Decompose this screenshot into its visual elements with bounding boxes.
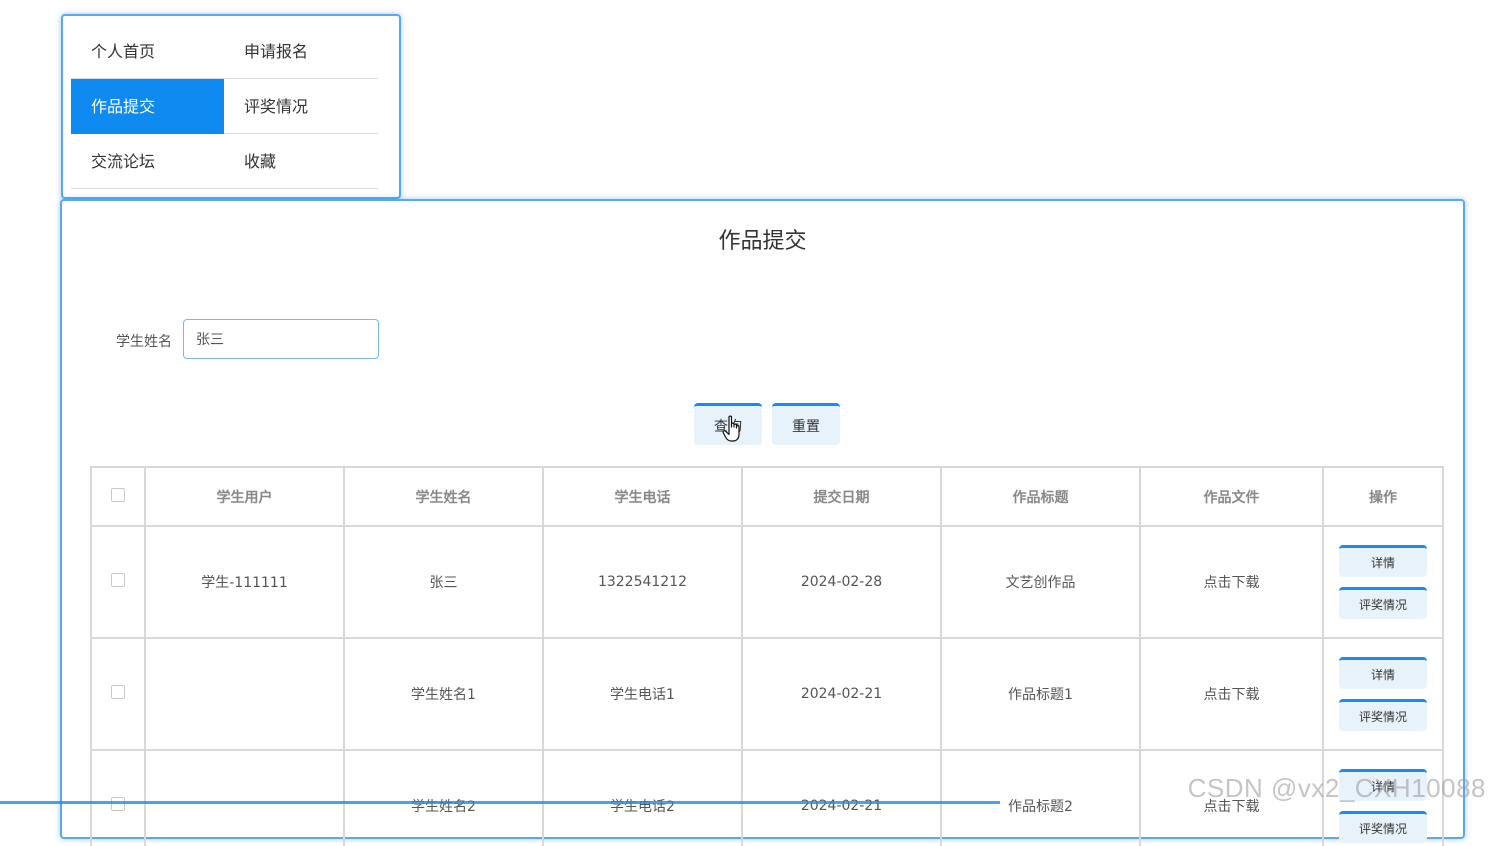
cell-actions: 详情 评奖情况 bbox=[1324, 527, 1444, 639]
cell-submit-date: 2024-02-21 bbox=[743, 639, 942, 751]
detail-button[interactable]: 详情 bbox=[1339, 545, 1427, 577]
column-header: 提交日期 bbox=[743, 466, 942, 527]
search-label: 学生姓名 bbox=[116, 331, 172, 351]
select-all-checkbox[interactable] bbox=[111, 488, 125, 502]
column-header: 作品文件 bbox=[1141, 466, 1324, 527]
select-all-cell bbox=[90, 466, 146, 527]
row-select-cell bbox=[90, 639, 146, 751]
row-checkbox[interactable] bbox=[111, 797, 125, 811]
cell-actions: 详情 评奖情况 bbox=[1324, 751, 1444, 846]
query-button[interactable]: 查询 bbox=[694, 403, 762, 445]
row-select-cell bbox=[90, 527, 146, 639]
cell-submit-date: 2024-02-21 bbox=[743, 751, 942, 846]
award-status-button[interactable]: 评奖情况 bbox=[1339, 699, 1427, 731]
cell-student-phone: 1322541212 bbox=[544, 527, 743, 639]
cell-submit-date: 2024-02-28 bbox=[743, 527, 942, 639]
works-table: 学生用户 学生姓名 学生电话 提交日期 作品标题 作品文件 操作 学生-1111… bbox=[90, 466, 1444, 846]
nav-item-forum[interactable]: 交流论坛 bbox=[71, 134, 224, 189]
table-row: 学生姓名1 学生电话1 2024-02-21 作品标题1 点击下载 详情 评奖情… bbox=[90, 639, 1444, 751]
row-select-cell bbox=[90, 751, 146, 846]
cell-work-title: 作品标题2 bbox=[942, 751, 1141, 846]
column-header: 学生用户 bbox=[146, 466, 345, 527]
detail-button[interactable]: 详情 bbox=[1339, 657, 1427, 689]
detail-button[interactable]: 详情 bbox=[1339, 769, 1427, 801]
column-header: 学生电话 bbox=[544, 466, 743, 527]
award-status-button[interactable]: 评奖情况 bbox=[1339, 587, 1427, 619]
column-header: 学生姓名 bbox=[345, 466, 544, 527]
cell-work-file-download-link[interactable]: 点击下载 bbox=[1141, 527, 1324, 639]
nav-item-awards[interactable]: 评奖情况 bbox=[224, 79, 378, 134]
reset-button[interactable]: 重置 bbox=[772, 403, 840, 445]
nav-item-apply[interactable]: 申请报名 bbox=[224, 24, 378, 79]
row-checkbox[interactable] bbox=[111, 573, 125, 587]
cell-student-user bbox=[146, 639, 345, 751]
cell-student-user: 学生-111111 bbox=[146, 527, 345, 639]
cell-work-file-download-link[interactable]: 点击下载 bbox=[1141, 751, 1324, 846]
award-status-button[interactable]: 评奖情况 bbox=[1339, 811, 1427, 843]
nav-item-works-submit[interactable]: 作品提交 bbox=[71, 79, 224, 134]
table-row: 学生姓名2 学生电话2 2024-02-21 作品标题2 点击下载 详情 评奖情… bbox=[90, 751, 1444, 846]
student-name-input[interactable] bbox=[183, 319, 379, 359]
row-checkbox[interactable] bbox=[111, 685, 125, 699]
scroll-indicator-line bbox=[0, 801, 1000, 804]
column-header: 操作 bbox=[1324, 466, 1444, 527]
nav-menu: 个人首页 申请报名 作品提交 评奖情况 交流论坛 收藏 bbox=[61, 14, 401, 199]
page-title: 作品提交 bbox=[62, 223, 1463, 255]
cell-work-title: 文艺创作品 bbox=[942, 527, 1141, 639]
cell-student-phone: 学生电话2 bbox=[544, 751, 743, 846]
content-panel: 作品提交 学生姓名 查询 重置 学生用户 学生姓名 学生电话 提交日期 作品标题… bbox=[60, 199, 1465, 839]
cell-work-file-download-link[interactable]: 点击下载 bbox=[1141, 639, 1324, 751]
cell-student-user bbox=[146, 751, 345, 846]
cell-work-title: 作品标题1 bbox=[942, 639, 1141, 751]
nav-item-home[interactable]: 个人首页 bbox=[71, 24, 224, 79]
cell-student-name: 张三 bbox=[345, 527, 544, 639]
cell-actions: 详情 评奖情况 bbox=[1324, 639, 1444, 751]
cell-student-phone: 学生电话1 bbox=[544, 639, 743, 751]
column-header: 作品标题 bbox=[942, 466, 1141, 527]
cell-student-name: 学生姓名1 bbox=[345, 639, 544, 751]
cell-student-name: 学生姓名2 bbox=[345, 751, 544, 846]
nav-item-favorites[interactable]: 收藏 bbox=[224, 134, 378, 189]
table-header-row: 学生用户 学生姓名 学生电话 提交日期 作品标题 作品文件 操作 bbox=[90, 466, 1444, 527]
table-row: 学生-111111 张三 1322541212 2024-02-28 文艺创作品… bbox=[90, 527, 1444, 639]
